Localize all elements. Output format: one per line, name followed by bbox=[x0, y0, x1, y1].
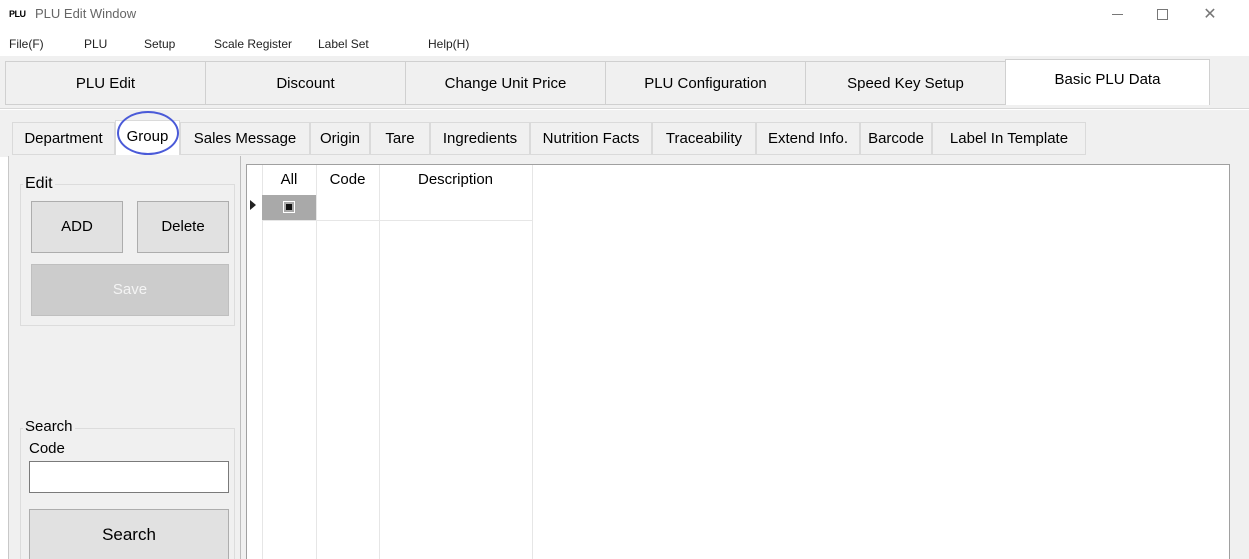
app-logo: PLU bbox=[9, 9, 26, 19]
subtab-sales-message[interactable]: Sales Message bbox=[180, 122, 310, 155]
menu-scale-register[interactable]: Scale Register bbox=[214, 37, 292, 51]
subtab-tare[interactable]: Tare bbox=[370, 122, 430, 155]
close-icon: ✕ bbox=[1203, 6, 1217, 23]
table-row-divider bbox=[262, 220, 532, 221]
column-header-all[interactable]: All bbox=[262, 165, 316, 195]
edit-groupbox-caption: Edit bbox=[23, 175, 55, 193]
search-button[interactable]: Search bbox=[29, 509, 229, 559]
left-panel: Edit ADD Delete Save Search Code Search bbox=[9, 156, 241, 559]
menu-help[interactable]: Help(H) bbox=[428, 37, 469, 51]
checkbox-check-mark bbox=[286, 204, 292, 210]
column-header-code[interactable]: Code bbox=[316, 165, 379, 195]
column-divider bbox=[532, 165, 533, 559]
subtab-origin[interactable]: Origin bbox=[310, 122, 370, 155]
search-groupbox-caption: Search bbox=[23, 418, 75, 435]
subtab-extend-info[interactable]: Extend Info. bbox=[756, 122, 860, 155]
group-data-grid[interactable]: All Code Description bbox=[246, 164, 1230, 559]
menu-bar: File(F) PLU Setup Scale Register Label S… bbox=[0, 34, 1249, 56]
column-divider bbox=[379, 165, 380, 559]
sub-tab-bar: Department Group Sales Message Origin Ta… bbox=[0, 110, 1249, 157]
row-header-divider bbox=[262, 165, 263, 559]
group-content-panel: Edit ADD Delete Save Search Code Search … bbox=[8, 156, 1249, 559]
menu-setup[interactable]: Setup bbox=[144, 37, 175, 51]
current-row-indicator-icon bbox=[250, 200, 256, 210]
minimize-icon bbox=[1112, 14, 1123, 15]
delete-button[interactable]: Delete bbox=[137, 201, 229, 253]
subtab-group[interactable]: Group bbox=[115, 120, 180, 155]
subtab-traceability[interactable]: Traceability bbox=[652, 122, 756, 155]
add-button[interactable]: ADD bbox=[31, 201, 123, 253]
code-label: Code bbox=[29, 440, 65, 457]
tab-plu-configuration[interactable]: PLU Configuration bbox=[605, 61, 806, 105]
menu-file[interactable]: File(F) bbox=[9, 37, 44, 51]
column-header-description[interactable]: Description bbox=[379, 165, 532, 195]
minimize-button[interactable] bbox=[1095, 2, 1139, 28]
subtab-barcode[interactable]: Barcode bbox=[860, 122, 932, 155]
row-select-checkbox[interactable] bbox=[283, 201, 295, 213]
close-button[interactable]: ✕ bbox=[1188, 2, 1232, 28]
tab-basic-plu-data[interactable]: Basic PLU Data bbox=[1005, 59, 1210, 105]
maximize-button[interactable] bbox=[1140, 2, 1184, 28]
subtab-nutrition-facts[interactable]: Nutrition Facts bbox=[530, 122, 652, 155]
tab-discount[interactable]: Discount bbox=[205, 61, 406, 105]
tab-change-unit-price[interactable]: Change Unit Price bbox=[405, 61, 606, 105]
tab-speed-key-setup[interactable]: Speed Key Setup bbox=[805, 61, 1006, 105]
code-search-input[interactable] bbox=[29, 461, 229, 493]
maximize-icon bbox=[1157, 9, 1168, 20]
subtab-department[interactable]: Department bbox=[12, 122, 115, 155]
subtab-ingredients[interactable]: Ingredients bbox=[430, 122, 530, 155]
title-bar: PLU PLU Edit Window ✕ bbox=[0, 0, 1249, 30]
window-title: PLU Edit Window bbox=[35, 6, 137, 21]
main-tab-bar: PLU Edit Discount Change Unit Price PLU … bbox=[0, 56, 1249, 109]
menu-plu[interactable]: PLU bbox=[84, 37, 107, 51]
menu-label-set[interactable]: Label Set bbox=[318, 37, 369, 51]
subtab-label-in-template[interactable]: Label In Template bbox=[932, 122, 1086, 155]
save-button[interactable]: Save bbox=[31, 264, 229, 316]
column-divider bbox=[316, 165, 317, 559]
tab-plu-edit[interactable]: PLU Edit bbox=[5, 61, 206, 105]
